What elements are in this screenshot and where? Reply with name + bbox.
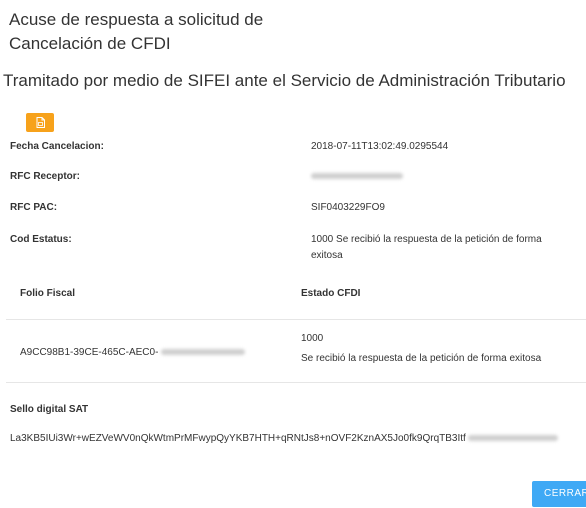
- sello-digital-label: Sello digital SAT: [10, 404, 89, 415]
- title-line-1: Acuse de respuesta a solicitud de: [9, 10, 264, 29]
- pdf-icon: [36, 117, 45, 128]
- cod-estatus-label: Cod Estatus:: [10, 234, 72, 245]
- folio-fiscal-cell: A9CC98B1-39CE-465C-AEC0-: [20, 345, 246, 360]
- estado-text: Se recibió la respuesta de la petición d…: [301, 353, 542, 364]
- estado-code: 1000: [301, 333, 324, 344]
- close-button[interactable]: CERRAR: [532, 481, 586, 507]
- table-bottom-divider: [6, 382, 586, 383]
- cod-estatus-line-2: exitosa: [311, 250, 343, 261]
- cod-estatus-value: 1000 Se recibió la respuesta de la petic…: [311, 232, 586, 264]
- rfc-receptor-label: RFC Receptor:: [10, 171, 81, 182]
- rfc-pac-value: SIF0403229FO9: [311, 202, 385, 213]
- rfc-receptor-value-redacted: [311, 169, 403, 185]
- folio-fiscal-value: A9CC98B1-39CE-465C-AEC0-: [20, 347, 159, 358]
- sello-digital-value: La3KB5IUi3Wr+wEZVeWV0nQkWtmPrMFwypQyYKB7…: [10, 433, 558, 444]
- title-line-2: Cancelación de CFDI: [9, 34, 171, 53]
- sello-redacted: [467, 435, 558, 442]
- page-subtitle: Tramitado por medio de SIFEI ante el Ser…: [3, 71, 566, 90]
- page-title: Acuse de respuesta a solicitud de Cancel…: [9, 8, 263, 56]
- sello-text: La3KB5IUi3Wr+wEZVeWV0nQkWtmPrMFwypQyYKB7…: [10, 433, 466, 444]
- rfc-pac-label: RFC PAC:: [10, 202, 58, 213]
- cod-estatus-line-1: 1000 Se recibió la respuesta de la petic…: [311, 234, 542, 245]
- table-divider: [6, 319, 586, 320]
- pdf-download-button[interactable]: [26, 113, 54, 132]
- folio-redacted: [161, 349, 246, 356]
- table-header-estado-cfdi: Estado CFDI: [301, 288, 361, 299]
- table-header-folio-fiscal: Folio Fiscal: [20, 288, 76, 299]
- fecha-cancelacion-value: 2018-07-11T13:02:49.0295544: [311, 141, 449, 152]
- fecha-cancelacion-label: Fecha Cancelacion:: [10, 141, 104, 152]
